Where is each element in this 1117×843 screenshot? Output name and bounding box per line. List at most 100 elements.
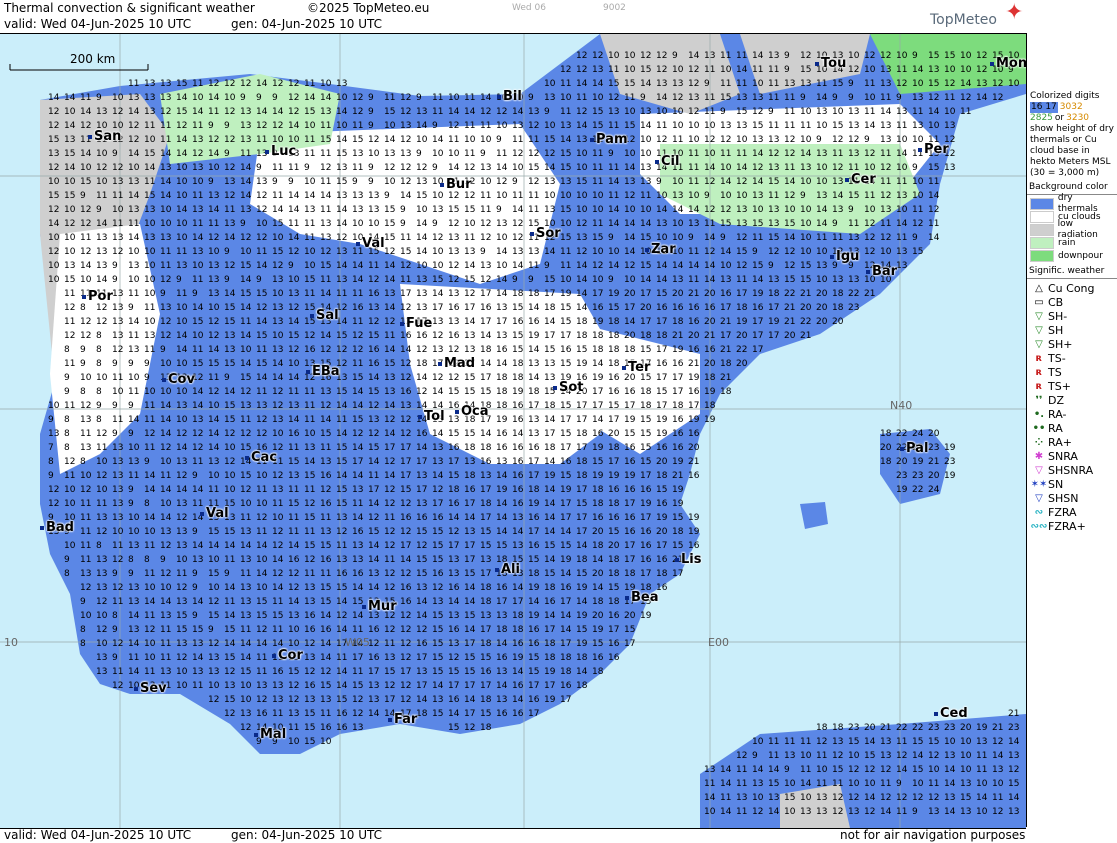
thermal-digit: 13 (192, 247, 203, 257)
thermal-digit: 21 (784, 303, 795, 313)
thermal-digit: 12 (880, 163, 891, 173)
thermal-digit: 13 (480, 611, 491, 621)
thermal-digit: 18 (496, 387, 508, 397)
thermal-digit: 16 (496, 583, 508, 593)
thermal-digit: 12 (848, 135, 859, 145)
thermal-digit: 14 (272, 373, 284, 383)
thermal-digit: 13 (880, 65, 891, 75)
thermal-digit: 12 (784, 149, 795, 159)
thermal-digit: 15 (448, 429, 459, 439)
thermal-digit: 14 (672, 261, 684, 271)
thermal-digit: 14 (576, 289, 588, 299)
thermal-digit: 11 (192, 345, 203, 355)
thermal-digit: 10 (288, 625, 300, 635)
thermal-digit: 11 (640, 191, 651, 201)
thermal-digit: 14 (512, 667, 524, 677)
thermal-digit: 12 (288, 345, 299, 355)
thermal-digit: 14 (608, 261, 620, 271)
thermal-digit: 11 (256, 247, 267, 257)
thermal-digit: 10 (96, 611, 108, 621)
thermal-digit: 20 (624, 611, 636, 621)
thermal-digit: 13 (288, 709, 299, 719)
thermal-digit: 19 (576, 583, 588, 593)
thermal-digit: 10 (496, 121, 508, 131)
legend-bg-item: low radiation (1030, 219, 1115, 240)
thermal-digit: 11 (784, 107, 795, 117)
thermal-digit: 12 (320, 345, 331, 355)
thermal-digit: 11 (144, 443, 155, 453)
thermal-digit: 14 (704, 163, 716, 173)
thermal-digit: 14 (624, 233, 636, 243)
thermal-digit: 16 (704, 345, 716, 355)
thermal-digit: 11 (608, 163, 619, 173)
thermal-digit: 13 (304, 583, 315, 593)
thermal-digit: 13 (128, 597, 139, 607)
legend-wx-label: SH+ (1048, 339, 1072, 350)
thermal-digit: 10 (80, 373, 92, 383)
thermal-digit: 14 (256, 569, 268, 579)
thermal-digit: 18 (832, 303, 844, 313)
thermal-digit: 21 (688, 359, 699, 369)
thermal-digit: 10 (944, 737, 956, 747)
thermal-digit: 12 (464, 163, 475, 173)
thermal-digit: 11 (320, 513, 331, 523)
thermal-digit: 13 (224, 177, 235, 187)
thermal-digit: 12 (416, 541, 427, 551)
thermal-digit: 12 (736, 751, 747, 761)
thermal-digit: 20 (624, 331, 636, 341)
thermal-digit: 13 (256, 401, 267, 411)
thermal-digit: 15 (752, 219, 763, 229)
thermal-digit: 18 (656, 331, 668, 341)
thermal-digit: 10 (176, 303, 188, 313)
thermal-digit: 14 (816, 219, 828, 229)
thermal-digit: 14 (352, 387, 364, 397)
thermal-digit: 14 (496, 681, 508, 691)
thermal-digit: 12 (448, 191, 459, 201)
thermal-digit: 9 (80, 597, 86, 607)
thermal-digit: 14 (352, 443, 364, 453)
thermal-digit: 12 (272, 261, 283, 271)
thermal-digit: 8 (96, 541, 102, 551)
thermal-digit: 11 (880, 93, 891, 103)
thermal-digit: 13 (144, 233, 155, 243)
thermal-digit: 18 (608, 569, 620, 579)
weather-map[interactable]: 12 12 10 10 12 12 9 14 13 11 11 14 13 9 12 10 13 10 12 12 10… (0, 33, 1026, 829)
thermal-digit: 12 (400, 261, 411, 271)
thermal-digit: 14 (272, 359, 284, 369)
thermal-digit: 9 (112, 359, 118, 369)
thermal-digit: 14 (544, 163, 556, 173)
thermal-digit: 13 (96, 667, 107, 677)
thermal-digit: 14 (416, 443, 428, 453)
thermal-digit: 12 (64, 303, 75, 313)
thermal-digit: 17 (528, 471, 539, 481)
thermal-digit: 17 (416, 653, 427, 663)
city-label: Val (200, 506, 229, 521)
thermal-digit: 12 (176, 653, 187, 663)
thermal-digit: 12 (112, 583, 123, 593)
thermal-digit: 16 (480, 457, 492, 467)
thermal-digit: 12 (96, 471, 107, 481)
thermal-digit: 12 (48, 499, 59, 509)
thermal-digit: 14 (512, 695, 524, 705)
thermal-digit: 13 (96, 233, 107, 243)
thermal-digit: 10 (560, 275, 572, 285)
thermal-digit: 12 (368, 135, 379, 145)
thermal-digit: 15 (656, 387, 667, 397)
thermal-digit: 13 (112, 499, 123, 509)
thermal-digit: 13 (736, 205, 747, 215)
thermal-digit: 11 (112, 667, 123, 677)
thermal-digit: 11 (352, 163, 363, 173)
thermal-digit: 15 (928, 737, 939, 747)
thermal-digit: 12 (864, 149, 875, 159)
thermal-digit: 16 (368, 653, 380, 663)
thermal-digit: 18 (480, 597, 492, 607)
weather-symbol-icon: ❜❜ (1030, 395, 1048, 406)
thermal-digit: 17 (464, 681, 475, 691)
thermal-digit: 17 (544, 331, 555, 341)
thermal-digit: 11 (896, 233, 907, 243)
thermal-digit: 14 (128, 317, 140, 327)
thermal-digit: 22 (848, 289, 859, 299)
city-label: Cil (655, 154, 679, 169)
thermal-digit: 9 (368, 177, 374, 187)
thermal-digit: 10 (496, 261, 508, 271)
